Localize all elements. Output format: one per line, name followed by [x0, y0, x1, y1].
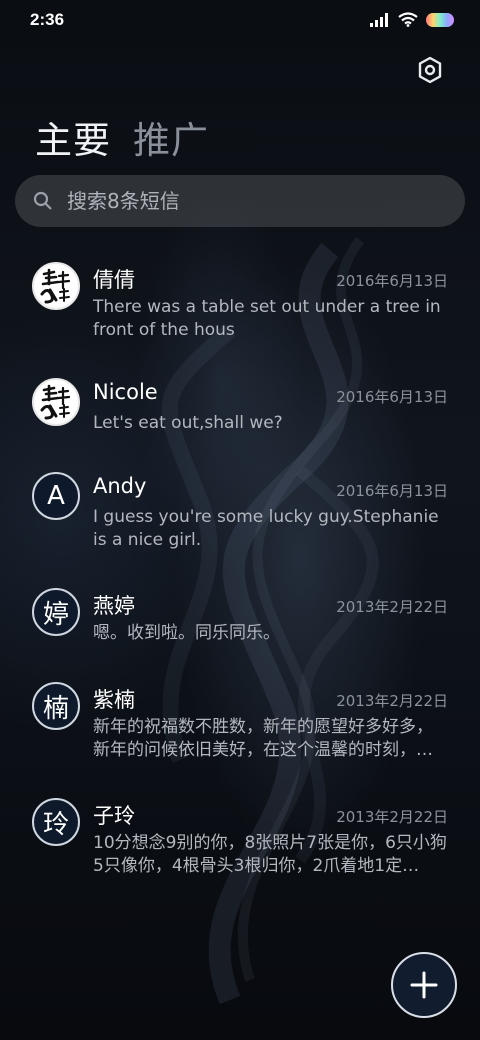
avatar: 楠 [32, 682, 80, 730]
contact-name: 紫楠 [93, 688, 135, 712]
calligraphy-logo-icon [40, 268, 71, 304]
message-date: 2016年6月13日 [336, 388, 448, 406]
conversation-item[interactable]: 楠 紫楠 2013年2月22日 新年的祝福数不胜数，新年的愿望好多好多，新年的问… [0, 666, 480, 766]
avatar [32, 262, 80, 310]
wifi-icon [398, 12, 418, 27]
tab-bar: 主要 推广 [35, 110, 209, 164]
contact-name: 子玲 [93, 804, 135, 828]
tab-main[interactable]: 主要 [35, 110, 111, 164]
search-input[interactable] [67, 189, 427, 213]
calligraphy-logo-icon [40, 384, 71, 420]
message-preview: Let's eat out,shall we? [93, 413, 283, 433]
signal-icon [370, 12, 388, 27]
search-bar[interactable] [15, 175, 465, 227]
message-date: 2016年6月13日 [336, 482, 448, 500]
battery-icon [426, 12, 454, 27]
conversation-item[interactable]: Nicole 2016年6月13日 Let's eat out,shall we… [0, 362, 480, 462]
conversation-item[interactable]: 倩倩 2016年6月13日 There was a table set out … [0, 246, 480, 346]
compose-button[interactable] [391, 952, 457, 1018]
plus-icon [410, 971, 438, 999]
message-date: 2013年2月22日 [336, 598, 448, 616]
contact-name: Andy [93, 474, 147, 498]
avatar: 玲 [32, 798, 80, 846]
conversation-item[interactable]: 婷 燕婷 2013年2月22日 嗯。收到啦。同乐同乐。 [0, 572, 480, 672]
settings-button[interactable] [414, 54, 446, 86]
contact-name: Nicole [93, 380, 158, 404]
message-date: 2016年6月13日 [336, 272, 448, 290]
message-date: 2013年2月22日 [336, 692, 448, 710]
message-preview: I guess you're some lucky guy.Stephanie … [93, 507, 439, 550]
message-preview: 嗯。收到啦。同乐同乐。 [93, 623, 280, 643]
tab-promotions[interactable]: 推广 [133, 110, 209, 164]
avatar [32, 378, 80, 426]
status-icons [370, 12, 454, 27]
message-preview: 新年的祝福数不胜数，新年的愿望好多好多，新年的问候依旧美好，在这个温馨的时刻，… [93, 717, 433, 760]
message-preview: There was a table set out under a tree i… [93, 297, 441, 340]
settings-hex-icon [418, 56, 442, 84]
search-icon [33, 191, 52, 210]
status-bar: 2:36 [0, 0, 480, 40]
avatar: 婷 [32, 588, 80, 636]
status-time: 2:36 [30, 10, 65, 29]
conversation-item[interactable]: A Andy 2016年6月13日 I guess you're some lu… [0, 456, 480, 556]
message-date: 2013年2月22日 [336, 808, 448, 826]
contact-name: 倩倩 [93, 268, 135, 292]
conversation-item[interactable]: 玲 子玲 2013年2月22日 10分想念9别的你，8张照片7张是你，6只小狗5… [0, 782, 480, 882]
contact-name: 燕婷 [93, 594, 135, 618]
avatar: A [32, 472, 80, 520]
message-preview: 10分想念9别的你，8张照片7张是你，6只小狗5只像你，4根骨头3根归你，2爪着… [93, 833, 447, 876]
